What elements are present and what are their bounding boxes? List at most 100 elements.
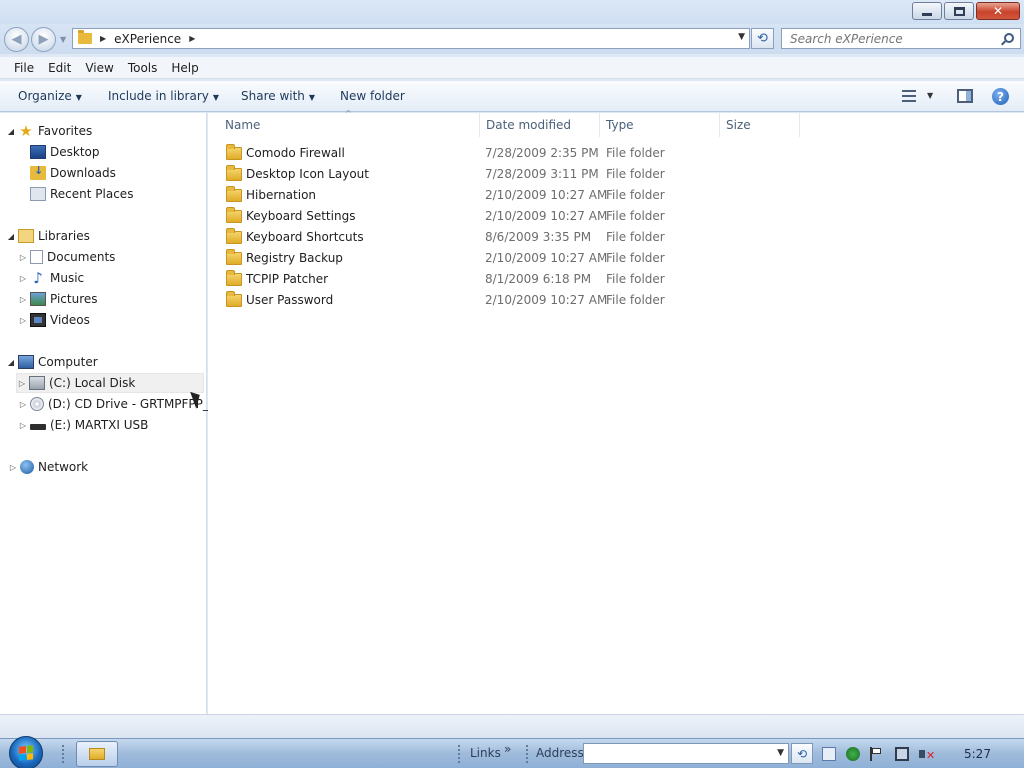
- collapse-icon[interactable]: ◢: [6, 127, 16, 136]
- sidebar-item-documents[interactable]: ▷ Documents: [18, 247, 115, 267]
- document-tray-icon[interactable]: [822, 747, 836, 761]
- chevron-down-icon[interactable]: ▼: [777, 748, 784, 758]
- column-header-name[interactable]: Name: [219, 113, 480, 137]
- table-row[interactable]: Desktop Icon Layout 7/28/2009 3:11 PM Fi…: [224, 164, 684, 185]
- column-header-date-modified[interactable]: Date modified: [480, 113, 600, 137]
- menu-edit[interactable]: Edit: [48, 61, 71, 75]
- sidebar-item-pictures[interactable]: ▷ Pictures: [18, 289, 98, 309]
- help-icon[interactable]: ?: [992, 88, 1009, 105]
- expand-icon[interactable]: ▷: [18, 295, 28, 304]
- recent-pages-dropdown[interactable]: ▼: [60, 35, 66, 44]
- refresh-button[interactable]: ⟲: [751, 28, 774, 49]
- sidebar-item-recent-places[interactable]: Recent Places: [28, 184, 133, 204]
- links-overflow-icon[interactable]: »: [504, 742, 511, 756]
- collapse-icon[interactable]: ◢: [6, 232, 16, 241]
- menu-help[interactable]: Help: [171, 61, 198, 75]
- sidebar-item-downloads[interactable]: Downloads: [28, 163, 116, 183]
- table-row[interactable]: Registry Backup 2/10/2009 10:27 AM File …: [224, 248, 684, 269]
- table-row[interactable]: TCPIP Patcher 8/1/2009 6:18 PM File fold…: [224, 269, 684, 290]
- address-bar[interactable]: ▶ eXPerience ▶ ▼: [72, 28, 750, 49]
- network-tray-icon[interactable]: [895, 747, 909, 761]
- table-row[interactable]: Hibernation 2/10/2009 10:27 AM File fold…: [224, 185, 684, 206]
- sidebar-item-cd-drive[interactable]: ▷ (D:) CD Drive - GRTMPFPP_: [18, 394, 209, 414]
- downloads-icon: [30, 164, 46, 180]
- table-row[interactable]: Comodo Firewall 7/28/2009 2:35 PM File f…: [224, 143, 684, 164]
- sidebar-item-label: (E:) MARTXI USB: [50, 418, 149, 432]
- column-header-type[interactable]: Type: [600, 113, 720, 137]
- links-toolbar-label[interactable]: Links: [470, 746, 501, 760]
- table-row[interactable]: User Password 2/10/2009 10:27 AM File fo…: [224, 290, 684, 311]
- view-options-dropdown-icon[interactable]: ▼: [927, 91, 933, 100]
- new-folder-button[interactable]: New folder: [340, 89, 405, 103]
- breadcrumb-arrow-icon[interactable]: ▶: [100, 34, 106, 43]
- change-view-icon[interactable]: [902, 90, 916, 102]
- include-in-library-button[interactable]: Include in library ▼: [108, 89, 219, 103]
- file-type: File folder: [606, 251, 665, 265]
- sidebar-item-label: Network: [38, 460, 89, 474]
- expand-icon[interactable]: ▷: [18, 421, 28, 430]
- taskbar-go-button[interactable]: ⟲: [791, 743, 813, 764]
- desktop-icon: [30, 145, 46, 159]
- folder-icon: [226, 249, 242, 265]
- back-button[interactable]: ◀: [4, 27, 29, 52]
- expand-icon[interactable]: ▷: [18, 316, 28, 325]
- refresh-icon: ⟲: [757, 31, 768, 46]
- breadcrumb-arrow-icon[interactable]: ▶: [189, 34, 195, 43]
- table-row[interactable]: Keyboard Shortcuts 8/6/2009 3:35 PM File…: [224, 227, 684, 248]
- preview-pane-icon[interactable]: [957, 89, 973, 103]
- sidebar-item-libraries[interactable]: ◢ Libraries: [6, 226, 90, 246]
- taskbar-grip[interactable]: [526, 745, 529, 763]
- sidebar-item-music[interactable]: ▷ ♪ Music: [18, 268, 84, 288]
- volume-muted-icon[interactable]: ✕: [919, 747, 935, 762]
- forward-button[interactable]: ▶: [31, 27, 56, 52]
- command-bar: Organize ▼ Include in library ▼ Share with…: [0, 81, 1024, 112]
- breadcrumb-item[interactable]: eXPerience: [114, 32, 181, 46]
- expand-icon[interactable]: ▷: [18, 400, 28, 409]
- computer-icon: [18, 355, 34, 369]
- system-clock[interactable]: 5:27: [964, 747, 991, 761]
- column-header-size[interactable]: Size: [720, 113, 800, 137]
- collapse-icon[interactable]: ◢: [6, 358, 16, 367]
- sidebar-item-computer[interactable]: ◢ Computer: [6, 352, 98, 372]
- file-name: User Password: [246, 293, 334, 307]
- expand-icon[interactable]: ▷: [8, 463, 18, 472]
- taskbar-grip[interactable]: [62, 745, 65, 763]
- sidebar-item-network[interactable]: ▷ Network: [8, 457, 88, 477]
- file-list-pane: ^ Name Date modified Type Size Comodo Fi…: [208, 109, 1024, 714]
- search-input[interactable]: [782, 29, 992, 48]
- taskbar-address-field[interactable]: ▼: [583, 743, 789, 764]
- menu-tools[interactable]: Tools: [128, 61, 158, 75]
- taskbar-grip[interactable]: [458, 745, 461, 763]
- expand-icon[interactable]: ▷: [17, 379, 27, 388]
- address-dropdown-icon[interactable]: ▼: [738, 32, 745, 42]
- search-box[interactable]: [781, 28, 1021, 49]
- menu-view[interactable]: View: [85, 61, 113, 75]
- start-button[interactable]: [9, 736, 43, 768]
- sidebar-item-favorites[interactable]: ◢ ★ Favorites: [6, 121, 92, 141]
- close-button[interactable]: ✕: [976, 2, 1020, 20]
- sidebar-item-videos[interactable]: ▷ Videos: [18, 310, 90, 330]
- share-with-button[interactable]: Share with ▼: [241, 89, 315, 103]
- menu-file[interactable]: File: [14, 61, 34, 75]
- minimize-button[interactable]: [912, 2, 942, 20]
- table-row[interactable]: Keyboard Settings 2/10/2009 10:27 AM Fil…: [224, 206, 684, 227]
- search-icon[interactable]: [1004, 33, 1014, 43]
- expand-icon[interactable]: ▷: [18, 253, 28, 262]
- taskbar-windows-explorer-button[interactable]: [76, 741, 118, 767]
- sidebar-item-local-disk[interactable]: ▷ (C:) Local Disk: [16, 373, 204, 393]
- organize-button[interactable]: Organize ▼: [18, 89, 82, 103]
- sidebar-item-usb-drive[interactable]: ▷ (E:) MARTXI USB: [18, 415, 148, 435]
- expand-icon[interactable]: ▷: [18, 274, 28, 283]
- file-type: File folder: [606, 209, 665, 223]
- sidebar-item-desktop[interactable]: Desktop: [28, 142, 100, 162]
- file-name: Comodo Firewall: [246, 146, 345, 160]
- chevron-down-icon: ▼: [212, 93, 220, 102]
- recent-places-icon: [30, 187, 46, 201]
- restore-button[interactable]: [944, 2, 974, 20]
- action-center-flag-icon[interactable]: [870, 747, 884, 761]
- folder-icon: [226, 186, 242, 202]
- pictures-icon: [30, 292, 46, 306]
- chevron-down-icon: ▼: [75, 93, 82, 102]
- security-shield-icon[interactable]: [846, 747, 860, 761]
- taskbar-address-input[interactable]: [584, 744, 774, 763]
